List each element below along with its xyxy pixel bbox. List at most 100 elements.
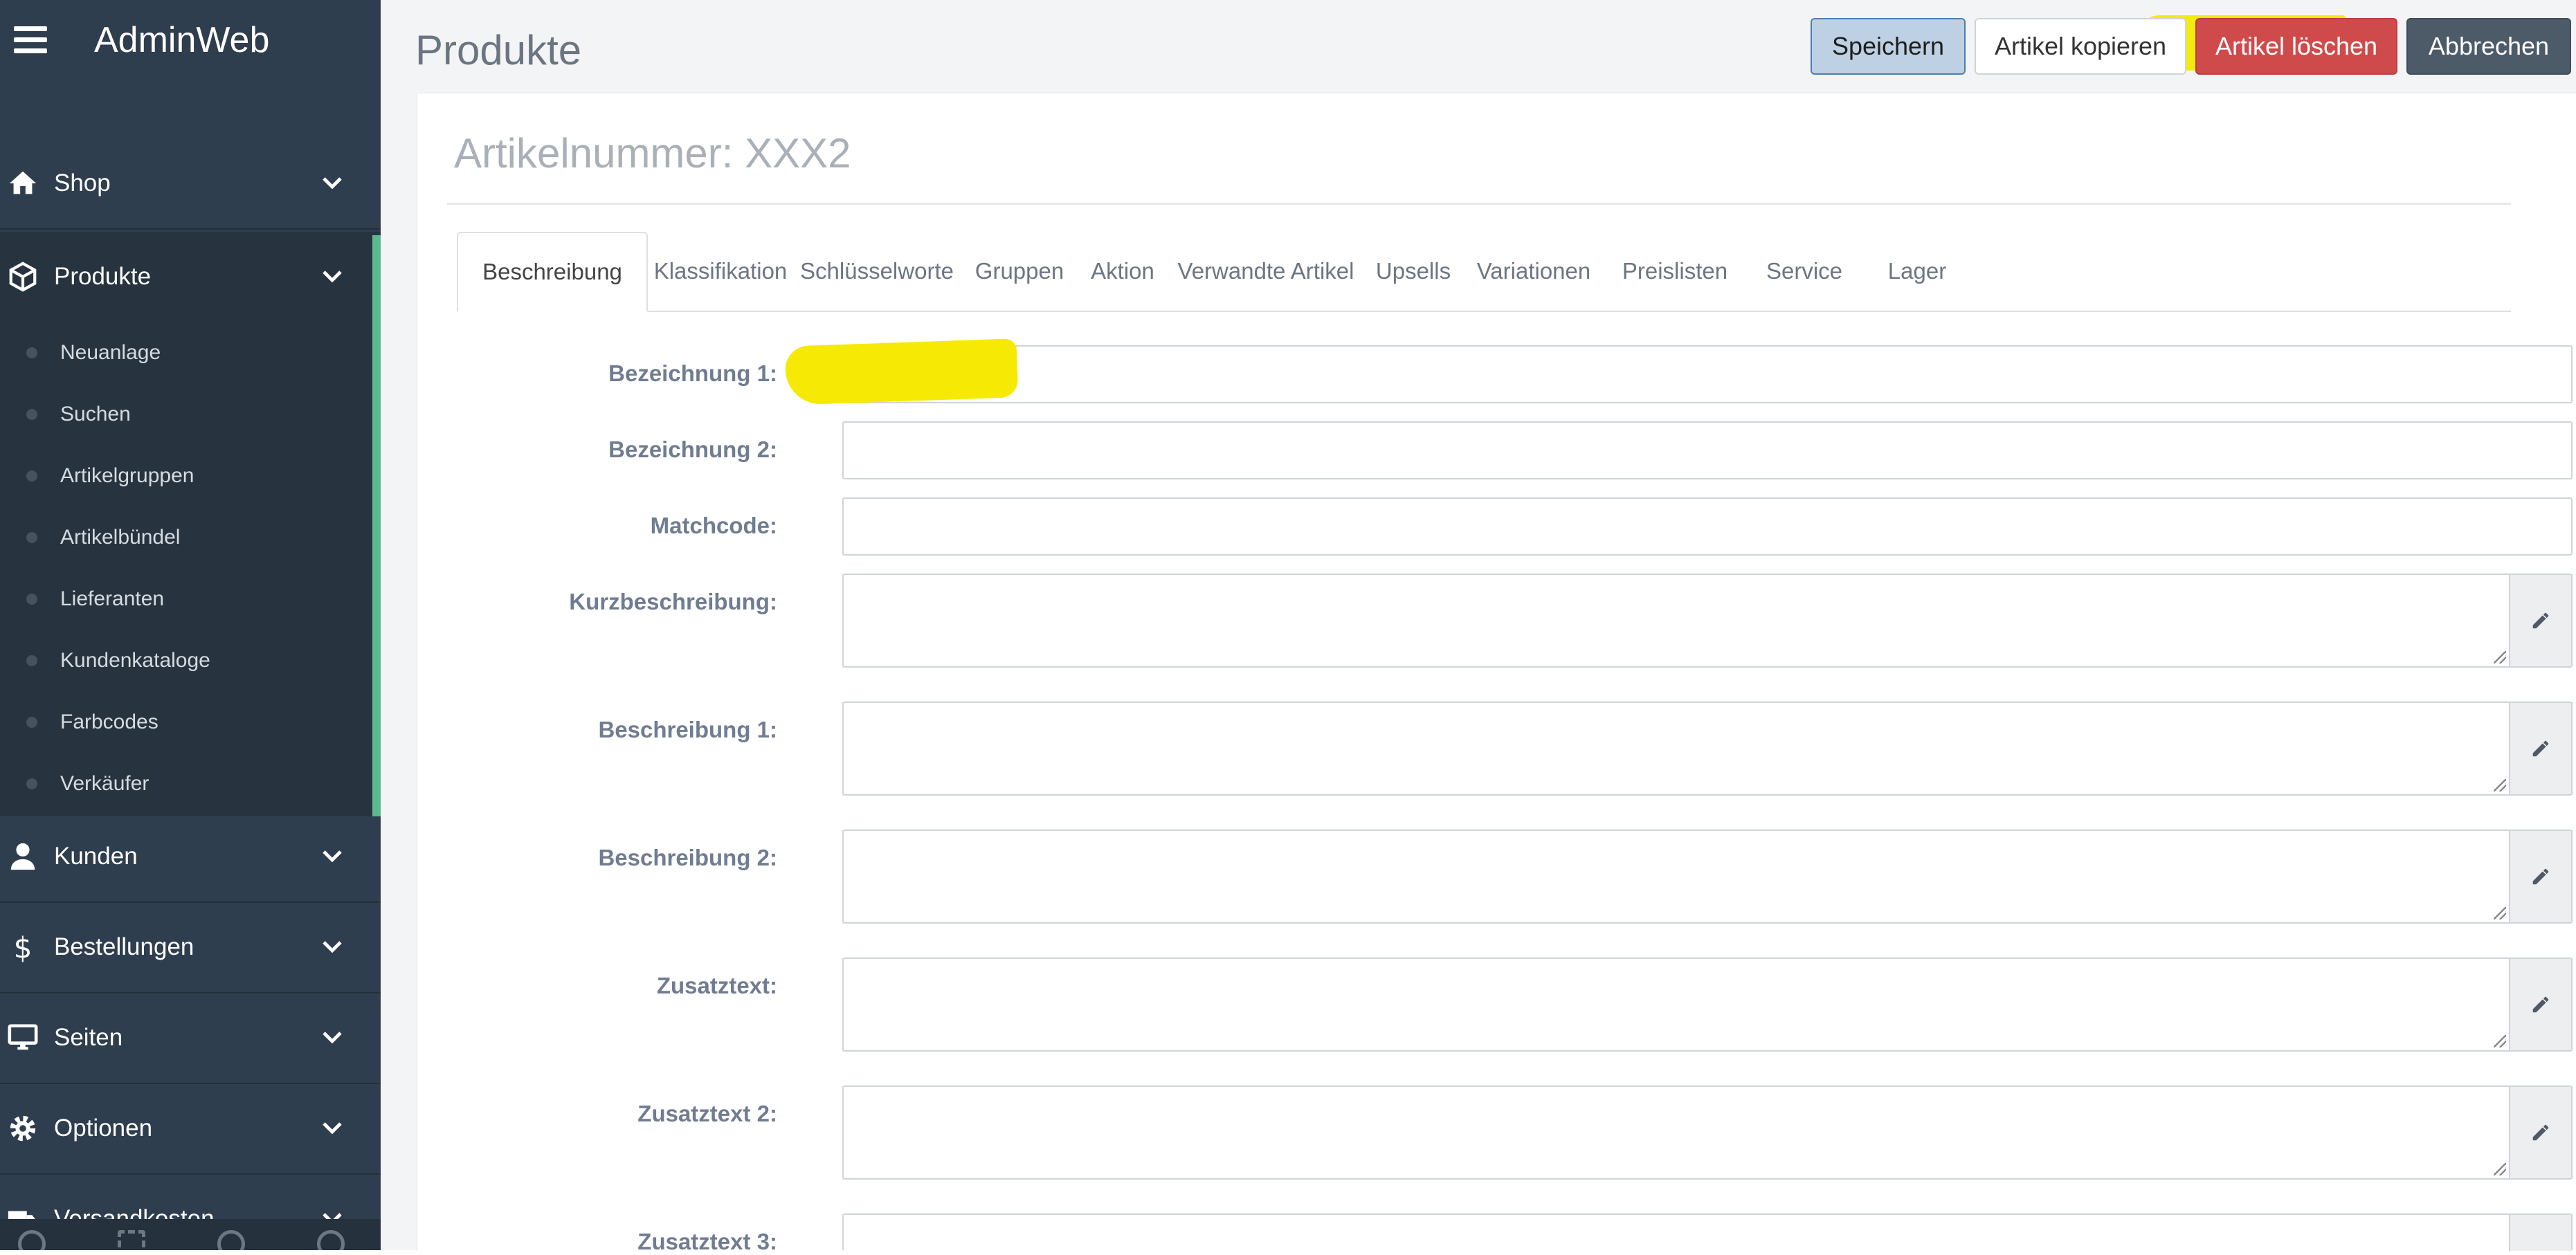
highlight-marker <box>784 338 1019 405</box>
bezeichnung2-input[interactable] <box>842 421 2573 479</box>
article-number-heading: Artikelnummer: XXX2 <box>454 130 851 176</box>
submenu-item-artikelbuendel[interactable]: Artikelbündel <box>0 506 372 568</box>
save-button[interactable]: Speichern <box>1811 18 1966 75</box>
sidebar-item-label: Seiten <box>54 1024 123 1051</box>
resize-handle-icon[interactable] <box>2494 651 2506 663</box>
bezeichnung1-label: Bezeichnung 1: <box>608 360 777 386</box>
sidebar-item-seiten[interactable]: Seiten <box>0 993 381 1084</box>
pencil-icon <box>2532 996 2549 1013</box>
sidebar-item-label: Shop <box>54 170 111 196</box>
bezeichnung1-input[interactable] <box>842 345 2573 403</box>
bullet-icon <box>26 593 37 605</box>
product-card: Artikelnummer: XXX2 Beschreibung Klassif… <box>417 93 2576 1254</box>
sidebar-item-shop[interactable]: Shop <box>0 138 381 230</box>
kurzbeschreibung-label: Kurzbeschreibung: <box>569 589 777 614</box>
chevron-down-icon <box>323 850 342 863</box>
zusatztext-edit-button[interactable] <box>2510 958 2573 1052</box>
tab-verwandte-artikel[interactable]: Verwandte Artikel <box>1167 232 1365 311</box>
sidebar-item-label: Bestellungen <box>54 933 194 960</box>
tab-gruppen[interactable]: Gruppen <box>961 232 1078 311</box>
submenu-label: Lieferanten <box>60 587 165 610</box>
hide-icon[interactable] <box>217 1230 245 1250</box>
beschreibung1-label: Beschreibung 1: <box>598 717 777 742</box>
submenu-item-neuanlage[interactable]: Neuanlage <box>0 322 372 383</box>
home-icon <box>9 171 37 194</box>
tab-preislisten[interactable]: Preislisten <box>1606 232 1744 311</box>
tab-klassifikation[interactable]: Klassifikation <box>648 232 793 311</box>
submenu-label: Suchen <box>60 402 131 425</box>
delete-article-button[interactable]: Artikel löschen <box>2195 18 2397 75</box>
chevron-down-icon <box>323 1122 342 1135</box>
dollar-icon: $ <box>14 931 33 963</box>
zusatztext2-textarea[interactable] <box>842 1085 2510 1180</box>
tab-lager[interactable]: Lager <box>1865 232 1970 311</box>
submenu-item-artikelgruppen[interactable]: Artikelgruppen <box>0 445 372 506</box>
sidebar-item-bestellungen[interactable]: $ Bestellungen <box>0 902 381 993</box>
resize-handle-icon[interactable] <box>2494 907 2506 919</box>
save-button-label: Speichern <box>1831 32 1945 60</box>
zusatztext-label: Zusatztext: <box>656 973 777 998</box>
cancel-button[interactable]: Abbrechen <box>2406 18 2571 75</box>
submenu-item-verkaeufer[interactable]: Verkäufer <box>0 753 372 814</box>
chevron-down-icon <box>323 177 342 190</box>
beschreibung2-label: Beschreibung 2: <box>598 845 777 870</box>
tab-aktion[interactable]: Aktion <box>1078 232 1167 311</box>
submenu-label: Artikelbündel <box>60 525 181 549</box>
tab-bar: Beschreibung Klassifikation Schlüsselwor… <box>457 232 2511 312</box>
hamburger-menu-icon[interactable] <box>14 26 47 54</box>
fullscreen-icon[interactable] <box>118 1230 145 1250</box>
submenu-item-farbcodes[interactable]: Farbcodes <box>0 691 372 753</box>
beschreibung2-edit-button[interactable] <box>2510 830 2573 924</box>
active-section-indicator <box>372 235 381 816</box>
submenu-label: Neuanlage <box>60 340 161 364</box>
kurzbeschreibung-textarea[interactable] <box>842 574 2510 668</box>
settings-icon[interactable] <box>18 1230 46 1250</box>
submenu-label: Farbcodes <box>60 710 158 733</box>
zusatztext3-textarea[interactable] <box>842 1213 2510 1251</box>
kurzbeschreibung-edit-button[interactable] <box>2510 574 2573 668</box>
bullet-icon <box>26 470 37 482</box>
beschreibung1-edit-button[interactable] <box>2510 702 2573 796</box>
zusatztext2-label: Zusatztext 2: <box>637 1101 777 1126</box>
page-title: Produkte <box>415 27 582 73</box>
bullet-icon <box>26 778 37 789</box>
submenu-item-lieferanten[interactable]: Lieferanten <box>0 568 372 630</box>
sidebar-item-produkte[interactable]: Produkte <box>0 232 381 322</box>
pencil-icon <box>2532 612 2549 629</box>
submenu-label: Verkäufer <box>60 771 149 795</box>
sidebar-item-label: Optionen <box>54 1115 153 1142</box>
sidebar-item-label: Produkte <box>54 263 152 290</box>
power-icon[interactable] <box>317 1230 345 1250</box>
submenu-item-suchen[interactable]: Suchen <box>0 383 372 445</box>
beschreibung1-textarea[interactable] <box>842 702 2510 796</box>
submenu-label: Kundenkataloge <box>60 648 210 672</box>
bullet-icon <box>26 654 37 666</box>
zusatztext3-edit-button[interactable] <box>2510 1213 2573 1251</box>
tab-schluesselworte[interactable]: Schlüsselworte <box>793 232 961 311</box>
sidebar-item-optionen[interactable]: Optionen <box>0 1083 381 1175</box>
beschreibung2-textarea[interactable] <box>842 830 2510 924</box>
main-content: Produkte Speichern Artikel kopieren Arti… <box>381 0 2576 1254</box>
chevron-down-icon <box>323 271 342 283</box>
tab-beschreibung[interactable]: Beschreibung <box>457 232 648 312</box>
resize-handle-icon[interactable] <box>2494 1163 2506 1175</box>
bezeichnung2-label: Bezeichnung 2: <box>608 437 777 462</box>
zusatztext2-edit-button[interactable] <box>2510 1085 2573 1180</box>
produkte-submenu: Neuanlage Suchen Artikelgruppen Artikelb… <box>0 322 372 816</box>
sidebar-item-kunden[interactable]: Kunden <box>0 812 381 903</box>
resize-handle-icon[interactable] <box>2494 1035 2506 1047</box>
divider <box>447 203 2511 205</box>
submenu-item-kundenkataloge[interactable]: Kundenkataloge <box>0 630 372 691</box>
resize-handle-icon[interactable] <box>2494 779 2506 791</box>
matchcode-label: Matchcode: <box>650 513 777 538</box>
brand-name[interactable]: AdminWeb <box>94 19 269 61</box>
zusatztext-textarea[interactable] <box>842 958 2510 1052</box>
copy-article-button[interactable]: Artikel kopieren <box>1975 18 2186 75</box>
matchcode-input[interactable] <box>842 497 2573 556</box>
tab-upsells[interactable]: Upsells <box>1365 232 1462 311</box>
tab-service[interactable]: Service <box>1744 232 1865 311</box>
tab-variationen[interactable]: Variationen <box>1462 232 1606 311</box>
pencil-icon <box>2532 740 2549 757</box>
sidebar-item-label: Kunden <box>54 843 138 870</box>
chevron-down-icon <box>323 941 342 953</box>
